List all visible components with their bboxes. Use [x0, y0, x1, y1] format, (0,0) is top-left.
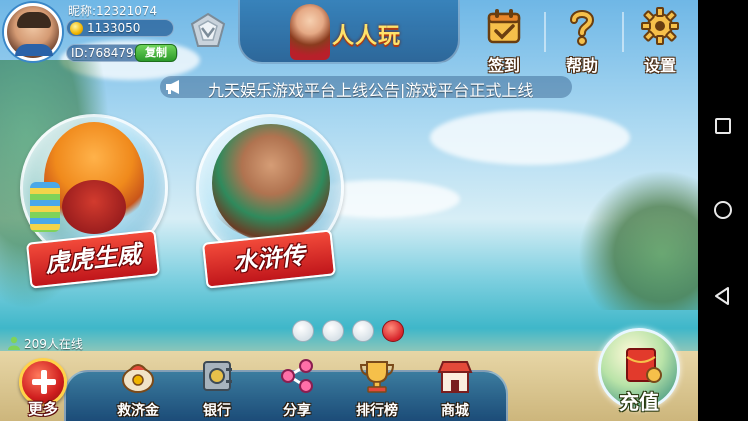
more-button[interactable]: 更多: [8, 358, 78, 421]
signin-label: 签到: [487, 56, 520, 75]
share-button[interactable]: 分享: [262, 358, 332, 421]
poker-chips-image: [30, 182, 60, 232]
trophy-icon: [359, 361, 395, 393]
help-label: 帮助: [565, 56, 598, 75]
vip-diamond-icon[interactable]: [190, 12, 226, 50]
shop-label: 商城: [441, 403, 469, 419]
settings-label: 设置: [643, 56, 676, 75]
notice-text: 九天娱乐游戏平台上线公告|游戏平台正式上线: [208, 81, 534, 98]
avatar[interactable]: [4, 3, 62, 61]
more-label: 更多: [27, 400, 58, 418]
gear-icon: [641, 7, 679, 45]
top-bar: 昵称:12321074 1133050 ID:7684794 复制 人人玩 签到: [0, 0, 698, 75]
notice-marquee: 九天娱乐游戏平台上线公告|游戏平台正式上线: [160, 76, 572, 98]
avatar-hair: [17, 12, 51, 28]
settings-button[interactable]: 设置: [634, 6, 686, 75]
android-nav-bar: [698, 0, 748, 421]
bank-button[interactable]: 银行: [182, 358, 252, 421]
share-icon: [281, 359, 313, 393]
relief-fund-label: 救济金: [117, 403, 159, 419]
safe-icon: [203, 361, 232, 391]
recharge-button[interactable]: 充值: [592, 328, 686, 421]
divider: [544, 12, 546, 52]
game-lobby-screen: 昵称:12321074 1133050 ID:7684794 复制 人人玩 签到: [0, 0, 698, 421]
leaderboard-label: 排行榜: [356, 403, 398, 419]
recharge-label: 充值: [619, 390, 659, 414]
island-decoration: [578, 170, 698, 310]
share-label: 分享: [283, 403, 311, 419]
carousel-dot[interactable]: [292, 320, 314, 342]
coin-amount: 1133050: [87, 21, 141, 35]
carousel-dot[interactable]: [352, 320, 374, 342]
carousel-pager: [292, 320, 408, 344]
calendar-check-icon: [487, 9, 521, 44]
copy-id-button[interactable]: 复制: [135, 44, 177, 62]
online-count: 209人在线: [8, 335, 83, 352]
help-button[interactable]: 帮助: [556, 6, 608, 75]
avatar-shirt: [15, 44, 53, 56]
carousel-dot-active[interactable]: [382, 320, 404, 342]
megaphone-icon: [166, 80, 179, 94]
hero-character-image: [212, 124, 330, 242]
mascot-girl-image: [290, 4, 330, 60]
shop-icon: [437, 361, 473, 393]
person-icon: [8, 336, 20, 350]
question-mark-icon: [570, 10, 595, 46]
recents-icon[interactable]: [711, 114, 735, 138]
coin-icon: [70, 22, 83, 35]
coin-balance: 1133050: [66, 19, 174, 37]
back-icon[interactable]: [711, 284, 735, 308]
game-card-water-margin[interactable]: 水浒传: [190, 110, 350, 300]
leaderboard-button[interactable]: 排行榜: [342, 358, 412, 421]
game-card-tiger[interactable]: 虎虎生威: [14, 110, 174, 300]
relief-fund-button[interactable]: 救济金: [103, 358, 173, 421]
tiger-body: [62, 180, 126, 234]
nickname: 昵称:12321074: [68, 4, 158, 18]
app-title: 人人玩: [332, 23, 402, 49]
divider: [622, 12, 624, 52]
signin-button[interactable]: 签到: [478, 6, 530, 75]
online-count-text: 209人在线: [24, 337, 83, 351]
title-banner: 人人玩: [238, 0, 460, 64]
shop-button[interactable]: 商城: [420, 358, 490, 421]
cloud: [430, 110, 630, 165]
bank-label: 银行: [203, 403, 231, 419]
red-envelope-icon: [626, 348, 662, 383]
carousel-dot[interactable]: [322, 320, 344, 342]
relief-bag-icon: [122, 364, 154, 393]
home-icon[interactable]: [711, 198, 735, 222]
